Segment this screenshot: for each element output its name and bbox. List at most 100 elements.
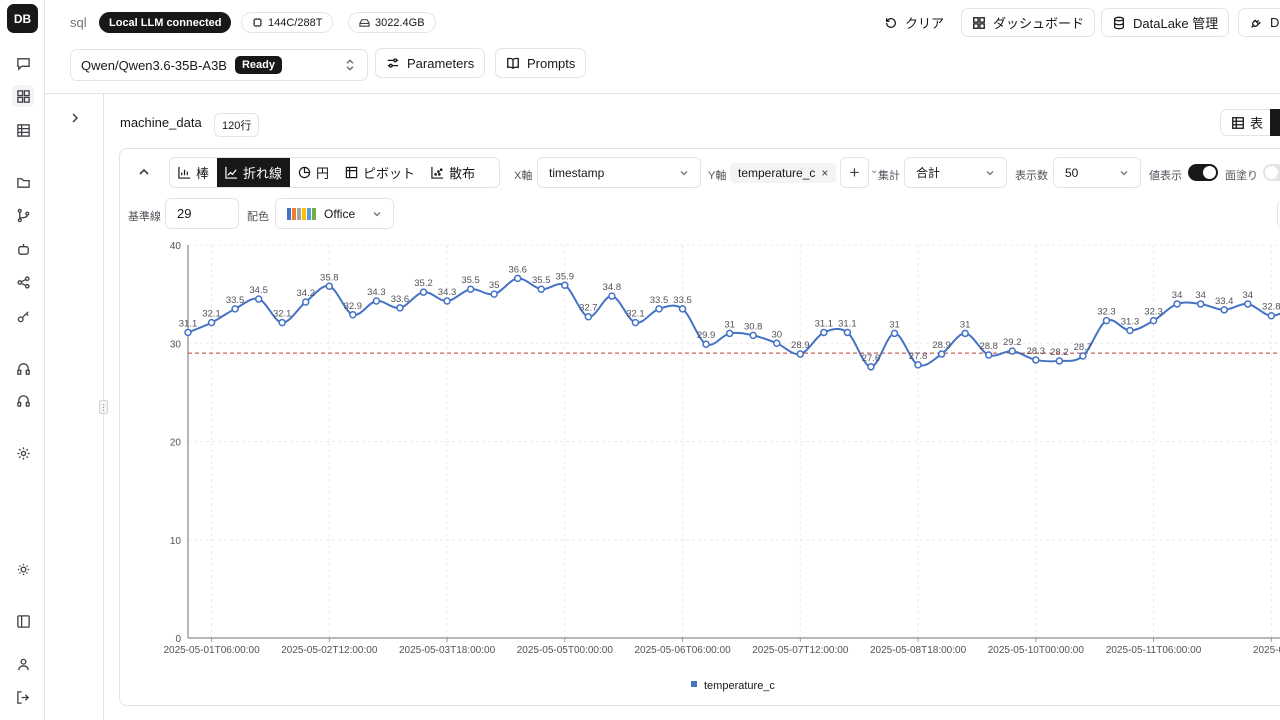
data-label: 29.9 [697, 330, 716, 341]
data-label: 28.9 [791, 340, 810, 351]
data-point [1126, 326, 1134, 335]
aggregation-select[interactable]: 合計 [904, 157, 1007, 188]
top-bar: sql Local LLM connected 144C/288T 3022.4… [45, 0, 1280, 94]
chat-icon[interactable] [12, 52, 34, 74]
data-label: 29.2 [1003, 337, 1022, 348]
storage-badge: 3022.4GB [348, 12, 436, 33]
x-tick-label: 2025-05-11T06:00:00 [1106, 645, 1202, 656]
limit-value: 50 [1065, 165, 1079, 180]
show-values-toggle[interactable] [1188, 164, 1218, 181]
data-label: 31.1 [815, 318, 834, 329]
palette-select[interactable]: Office [275, 198, 394, 229]
settings-icon[interactable] [12, 442, 34, 464]
data-point [1079, 352, 1087, 360]
data-point [1173, 300, 1181, 308]
parameters-button[interactable]: Parameters [375, 48, 486, 78]
prompts-button[interactable]: Prompts [495, 48, 587, 78]
data-point [890, 329, 899, 338]
fill-toggle[interactable] [1263, 164, 1280, 181]
datalake-button[interactable]: DataLake 管理 [1101, 8, 1230, 37]
theme-sun-icon[interactable] [12, 558, 34, 580]
tab-pivot[interactable]: ピボット [337, 158, 423, 187]
table-icon[interactable] [12, 119, 34, 141]
tab-line[interactable]: 折れ線 [217, 158, 291, 187]
data-point [655, 305, 663, 313]
share-icon[interactable] [12, 271, 34, 293]
cpu-icon [252, 17, 263, 28]
data-point [396, 304, 404, 312]
extra-button[interactable]: D [1238, 8, 1280, 37]
data-point [561, 281, 569, 290]
legend-label: temperature_c [704, 680, 775, 692]
parameters-label: Parameters [407, 55, 475, 71]
data-label: 35.5 [532, 275, 551, 286]
x-axis-select[interactable]: timestamp [537, 157, 701, 188]
sliders-icon [387, 58, 399, 68]
tab-pivot-label: ピボット [363, 166, 416, 181]
data-point [584, 312, 593, 321]
data-point [443, 297, 451, 305]
table-view-toggle[interactable]: 表 [1220, 109, 1280, 136]
git-branch-icon[interactable] [12, 204, 34, 226]
key-icon[interactable] [12, 305, 34, 327]
data-label: 36.6 [508, 264, 527, 275]
dashboard-button[interactable]: ダッシュボード [961, 8, 1096, 37]
line-chart-icon [225, 166, 238, 179]
bot-icon[interactable] [12, 238, 34, 260]
folder-icon[interactable] [12, 171, 34, 193]
expand-chevron-icon[interactable] [69, 110, 81, 126]
collapse-chevron-icon[interactable] [136, 164, 152, 180]
data-label: 33.4 [1215, 296, 1234, 307]
palette-swatch [312, 207, 316, 220]
support-icon[interactable] [12, 390, 34, 412]
table-name: machine_data [120, 115, 202, 130]
remove-y-axis-icon[interactable]: × [821, 166, 828, 180]
data-point [631, 318, 640, 327]
aggregation-value: 合計 [916, 166, 941, 180]
resize-handle[interactable]: ⋮ [99, 400, 108, 414]
data-point [678, 305, 687, 313]
data-label: 28.9 [932, 340, 951, 351]
grid-icon [1232, 116, 1244, 129]
add-y-axis-button[interactable]: + [840, 157, 869, 188]
tab-scatter[interactable]: 散布 [423, 158, 483, 187]
data-label: 28.7 [1074, 342, 1093, 353]
baseline-input[interactable]: 29 [165, 198, 239, 229]
data-point [725, 329, 734, 338]
data-point [867, 363, 875, 371]
data-label: 31 [889, 319, 900, 330]
book-icon [507, 57, 519, 70]
limit-select[interactable]: 50 [1053, 157, 1141, 188]
dashboard-icon[interactable] [12, 85, 34, 107]
data-label: 31 [724, 319, 735, 330]
data-point [796, 350, 805, 358]
sidebar-toggle-icon[interactable] [12, 610, 34, 632]
chevron-down-icon [680, 170, 688, 175]
data-point [231, 305, 239, 313]
clear-button[interactable]: クリア [873, 8, 956, 37]
x-tick-label: 2025-05-01T06:00:00 [163, 645, 260, 656]
show-values-label: 値表示 [1149, 170, 1182, 182]
data-label: 35.2 [414, 278, 433, 289]
limit-label: 表示数 [1015, 170, 1048, 182]
headset-icon[interactable] [12, 357, 34, 379]
data-point [608, 292, 616, 300]
data-point [702, 340, 710, 348]
disk-icon [359, 19, 370, 27]
bar-chart-icon [178, 166, 191, 179]
palette-swatch [297, 207, 301, 220]
chart-view-toggle[interactable] [1270, 109, 1280, 136]
model-select[interactable]: Qwen/Qwen3.6-35B-A3B Ready [70, 49, 368, 81]
data-point [961, 329, 969, 338]
data-label: 34.8 [603, 282, 622, 293]
data-point [1196, 300, 1205, 308]
logout-icon[interactable] [12, 686, 34, 708]
app-logo[interactable]: DB [7, 4, 38, 33]
user-icon[interactable] [12, 653, 34, 675]
data-point [749, 331, 757, 340]
tab-pie[interactable]: 円 [290, 158, 337, 187]
x-tick-label: 2025-05-02T12:00:00 [281, 645, 378, 656]
data-point [537, 285, 545, 293]
prompts-label: Prompts [527, 55, 576, 71]
tab-bar[interactable]: 棒 [170, 158, 217, 187]
